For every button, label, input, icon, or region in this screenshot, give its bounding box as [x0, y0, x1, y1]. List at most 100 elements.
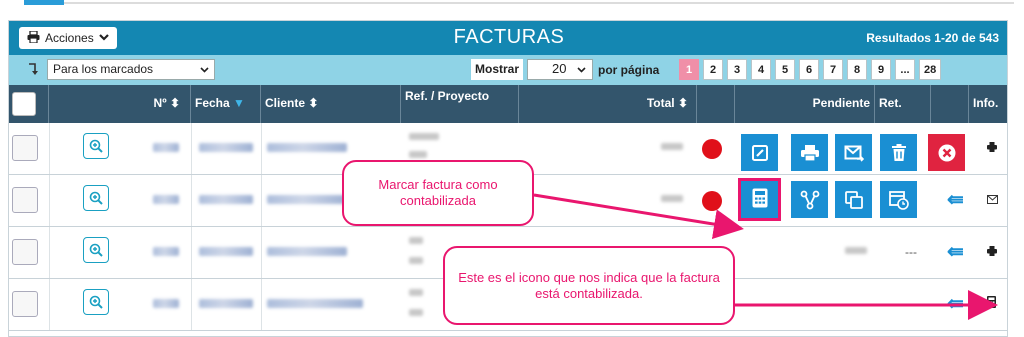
back-arrow-icon[interactable]: ⇚	[947, 239, 964, 264]
top-strip	[0, 0, 1024, 8]
invoice-number-redacted	[153, 247, 179, 256]
pagination: 1 2 3 4 5 6 7 8 9 ... 28	[679, 59, 942, 80]
page-button[interactable]: 6	[799, 59, 819, 80]
printer-icon[interactable]	[987, 141, 997, 155]
send-email-icon[interactable]	[835, 134, 872, 171]
page-title: FACTURAS	[453, 26, 565, 48]
trash-icon[interactable]	[880, 134, 917, 171]
column-info-label: Info.	[973, 96, 999, 110]
back-arrow-icon[interactable]: ⇚	[947, 291, 964, 316]
invoice-date-redacted	[199, 143, 253, 152]
per-page-value: 20	[552, 61, 567, 76]
row-checkbox[interactable]	[12, 135, 38, 161]
show-label: Mostrar	[471, 59, 523, 80]
ref-redacted	[409, 309, 423, 316]
sort-icon: ⬍	[308, 96, 319, 110]
annotation-text: Este es el icono que nos indica que la f…	[458, 269, 720, 301]
page-button[interactable]: 7	[823, 59, 843, 80]
edit-icon[interactable]	[741, 134, 778, 171]
total-redacted	[661, 143, 683, 150]
calculator-icon	[752, 188, 768, 211]
printer-icon[interactable]	[987, 245, 997, 259]
panel-header: Acciones FACTURAS Resultados 1-20 de 543	[9, 21, 1007, 55]
top-divider	[64, 2, 1014, 4]
split-icon[interactable]	[791, 181, 828, 218]
page-button[interactable]: 2	[703, 59, 723, 80]
column-date-label: Fecha	[195, 96, 230, 110]
column-ret: Ret.	[875, 85, 931, 123]
per-page-label: por página	[598, 63, 660, 77]
list-toolbar: Para los marcados Mostrar 20 por página …	[9, 55, 1007, 85]
results-count: Resultados 1-20 de 543	[866, 31, 999, 45]
duplicate-icon[interactable]	[835, 181, 872, 218]
column-ret-label: Ret.	[879, 96, 902, 110]
column-client[interactable]: Cliente ⬍	[261, 85, 401, 123]
column-ref-label: Ref. / Proyecto	[405, 89, 490, 103]
bulk-action-select[interactable]: Para los marcados	[47, 59, 215, 80]
page-button[interactable]: 28	[919, 59, 942, 80]
annotation-mark-accounted: Marcar factura como contabilizada	[342, 160, 534, 226]
row-checkbox[interactable]	[12, 187, 38, 213]
corner-arrow-icon	[27, 63, 39, 79]
column-ref[interactable]: Ref. / Proyecto	[401, 85, 519, 123]
zoom-in-icon[interactable]	[83, 289, 109, 315]
chevron-down-icon	[200, 62, 209, 77]
pending-amount-redacted	[845, 247, 867, 254]
ref-redacted	[409, 133, 439, 140]
ref-redacted	[409, 237, 423, 244]
column-date[interactable]: Fecha ▼	[191, 85, 261, 123]
page-button[interactable]: 8	[847, 59, 867, 80]
annotation-accounted-icon: Este es el icono que nos indica que la f…	[443, 246, 735, 325]
ret-value: ---	[905, 245, 917, 259]
page-button[interactable]: 3	[727, 59, 747, 80]
print-icon[interactable]	[791, 134, 828, 171]
table-header: Nº ⬍ Fecha ▼ Cliente ⬍ Ref. / Proyecto T…	[9, 85, 1007, 123]
envelope-icon[interactable]	[987, 193, 998, 207]
column-pending-label: Pendiente	[812, 96, 870, 110]
zoom-in-icon[interactable]	[83, 185, 109, 211]
client-name-redacted	[267, 247, 347, 256]
page-ellipsis: ...	[895, 59, 915, 80]
client-name-redacted	[267, 143, 347, 152]
column-number-label: Nº	[153, 96, 167, 110]
invoice-number-redacted	[153, 195, 179, 204]
row-checkbox[interactable]	[12, 239, 38, 265]
zoom-in-icon[interactable]	[83, 133, 109, 159]
page-button[interactable]: 4	[751, 59, 771, 80]
column-client-label: Cliente	[265, 96, 306, 110]
status-dot	[702, 191, 722, 211]
zoom-in-icon[interactable]	[83, 237, 109, 263]
row-checkbox[interactable]	[12, 291, 38, 317]
invoice-date-redacted	[199, 195, 253, 204]
total-redacted	[661, 195, 683, 202]
column-total[interactable]: Total ⬍	[519, 85, 697, 123]
ref-redacted	[409, 257, 423, 264]
back-arrow-icon[interactable]: ⇚	[947, 187, 964, 212]
column-total-label: Total	[646, 96, 675, 110]
page-button[interactable]: 5	[775, 59, 795, 80]
per-page-select[interactable]: 20	[527, 59, 593, 80]
invoice-number-redacted	[153, 299, 179, 308]
bulk-action-value: Para los marcados	[53, 62, 154, 76]
sort-icon: ⬍	[677, 96, 688, 110]
ref-redacted	[409, 151, 427, 158]
column-status	[697, 85, 735, 123]
page-button[interactable]: 1	[679, 59, 699, 80]
column-info: Info.	[969, 85, 1007, 123]
schedule-icon[interactable]	[880, 181, 917, 218]
mark-accounted-button[interactable]	[738, 178, 781, 221]
column-pending: Pendiente	[735, 85, 875, 123]
page-button[interactable]: 9	[871, 59, 891, 80]
calculator-icon[interactable]	[987, 296, 996, 311]
select-all-checkbox[interactable]	[12, 92, 36, 116]
status-dot	[702, 139, 722, 159]
invoice-number-redacted	[153, 143, 179, 152]
sort-desc-icon: ▼	[233, 96, 245, 110]
column-number[interactable]: Nº ⬍	[49, 85, 191, 123]
invoice-date-redacted	[199, 299, 253, 308]
chevron-down-icon	[577, 61, 586, 78]
client-name-redacted	[267, 299, 363, 308]
header-select-all-cell	[9, 85, 49, 123]
annotation-text: Marcar factura como contabilizada	[378, 177, 498, 208]
cancel-icon[interactable]	[928, 134, 965, 171]
